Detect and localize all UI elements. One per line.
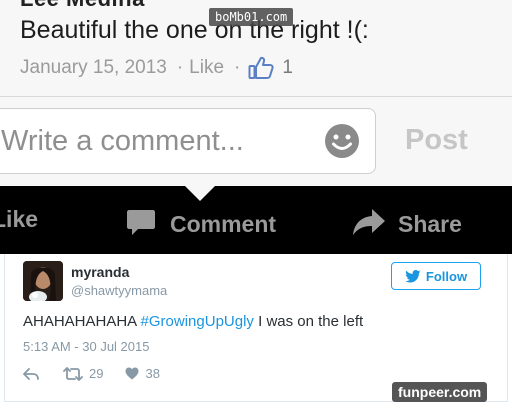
avatar[interactable] <box>23 261 63 301</box>
comment-input-placeholder: Write a comment... <box>1 125 244 157</box>
like-action-button[interactable]: Like <box>0 206 38 233</box>
meta-separator-2: · <box>234 57 241 78</box>
thumbs-up-icon <box>248 56 274 80</box>
comment-action-button[interactable]: Comment <box>126 206 276 242</box>
tweet-text: AHAHAHAHAHA #GrowingUpUgly I was on the … <box>23 313 363 330</box>
divider <box>0 96 512 97</box>
comment-date: January 15, 2013 <box>20 57 167 78</box>
bar-notch <box>185 186 215 201</box>
reply-icon <box>23 367 39 380</box>
comment-bubble-icon <box>126 208 156 242</box>
meta-separator: · <box>176 57 184 78</box>
tweet-text-start: AHAHAHAHAHA <box>23 313 141 330</box>
retweet-icon <box>63 366 83 381</box>
follow-label: Follow <box>425 268 468 284</box>
comment-author-name[interactable]: Lee Medina <box>20 0 145 12</box>
comment-meta: January 15, 2013 · Like · 1 <box>20 56 293 80</box>
smiley-icon[interactable] <box>323 122 361 160</box>
watermark-bottom: funpeer.com <box>392 382 488 402</box>
twitter-bird-icon <box>405 269 421 282</box>
retweet-count: 29 <box>89 366 104 381</box>
facebook-comment-card: Lee Medina Beautiful the one on the righ… <box>0 0 512 186</box>
comment-input[interactable]: Write a comment... <box>0 108 376 174</box>
like-link[interactable]: Like <box>189 57 224 79</box>
heart-icon <box>125 367 139 380</box>
like-count: 1 <box>282 57 293 78</box>
retweet-button[interactable]: 29 <box>63 366 103 381</box>
share-arrow-icon <box>352 208 386 242</box>
follow-button[interactable]: Follow <box>391 262 481 290</box>
tweet-text-end: I was on the left <box>253 313 364 330</box>
share-action-label: Share <box>398 210 462 237</box>
tweet-display-name[interactable]: myranda <box>71 264 129 280</box>
tweet-timestamp[interactable]: 5:13 AM - 30 Jul 2015 <box>23 339 149 354</box>
reply-button[interactable] <box>23 367 39 380</box>
tweet-handle[interactable]: @shawtyymama <box>71 283 167 298</box>
tweet-actions: 29 38 <box>23 366 160 381</box>
comment-text: Beautiful the one on the right !(: <box>20 16 369 44</box>
watermark-top: boMb01.com <box>209 8 294 26</box>
share-action-button[interactable]: Share <box>352 206 462 242</box>
comment-action-label: Comment <box>170 210 277 237</box>
like-tweet-button[interactable]: 38 <box>125 366 160 381</box>
like-action-label: Like <box>0 206 39 232</box>
like-count-tweet: 38 <box>145 366 160 381</box>
post-button[interactable]: Post <box>405 124 468 157</box>
hashtag-link[interactable]: #GrowingUpUgly <box>141 313 254 330</box>
